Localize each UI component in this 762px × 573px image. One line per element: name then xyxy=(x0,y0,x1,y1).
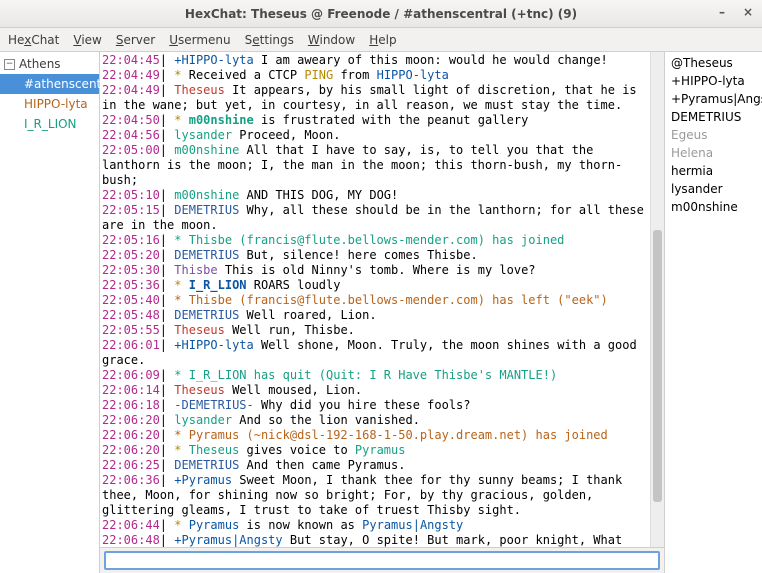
user-list-item[interactable]: DEMETRIUS xyxy=(671,108,756,126)
chat-line: 22:04:50| * m00nshine is frustrated with… xyxy=(102,113,648,128)
chat-line: 22:05:16| * Thisbe (francis@flute.bellow… xyxy=(102,233,648,248)
window-title: HexChat: Theseus @ Freenode / #athenscen… xyxy=(185,7,577,21)
menu-view[interactable]: View xyxy=(73,33,101,47)
user-list-item[interactable]: Egeus xyxy=(671,126,756,144)
chat-line: 22:06:20| lysander And so the lion vanis… xyxy=(102,413,648,428)
menu-bar: HexChat View Server Usermenu Settings Wi… xyxy=(0,28,762,52)
user-list-item[interactable]: Helena xyxy=(671,144,756,162)
menu-server[interactable]: Server xyxy=(116,33,155,47)
chat-line: 22:06:09| * I_R_LION has quit (Quit: I R… xyxy=(102,368,648,383)
user-list-item[interactable]: hermia xyxy=(671,162,756,180)
tree-channel[interactable]: #athenscentral xyxy=(0,74,99,94)
chat-line: 22:04:49| * Received a CTCP PING from HI… xyxy=(102,68,648,83)
chat-line: 22:06:48| +Pyramus|Angsty But stay, O sp… xyxy=(102,533,648,547)
message-input[interactable] xyxy=(104,551,660,570)
tree-collapse-icon[interactable]: − xyxy=(4,59,15,70)
user-list[interactable]: @Theseus+HIPPO-lyta+Pyramus|AngstyDEMETR… xyxy=(664,52,762,573)
menu-settings[interactable]: Settings xyxy=(245,33,294,47)
chat-line: 22:06:01| +HIPPO-lyta Well shone, Moon. … xyxy=(102,338,648,368)
menu-usermenu[interactable]: Usermenu xyxy=(169,33,230,47)
user-list-item[interactable]: lysander xyxy=(671,180,756,198)
chat-scrollbar-thumb[interactable] xyxy=(653,230,662,502)
chat-line: 22:05:30| Thisbe This is old Ninny's tom… xyxy=(102,263,648,278)
channel-tree[interactable]: − Athens #athenscentralHIPPO-lytaI_R_LIO… xyxy=(0,52,100,573)
window-titlebar: HexChat: Theseus @ Freenode / #athenscen… xyxy=(0,0,762,28)
chat-line: 22:05:20| DEMETRIUS But, silence! here c… xyxy=(102,248,648,263)
chat-line: 22:06:36| +Pyramus Sweet Moon, I thank t… xyxy=(102,473,648,518)
chat-line: 22:06:20| * Theseus gives voice to Pyram… xyxy=(102,443,648,458)
window-close-button[interactable]: × xyxy=(740,4,756,20)
menu-hexchat[interactable]: HexChat xyxy=(8,33,59,47)
tree-network[interactable]: − Athens xyxy=(0,54,99,74)
tree-channel[interactable]: HIPPO-lyta xyxy=(0,94,99,114)
chat-line: 22:05:36| * I_R_LION ROARS loudly xyxy=(102,278,648,293)
window-minimize-button[interactable]: – xyxy=(714,4,730,20)
user-list-item[interactable]: @Theseus xyxy=(671,54,756,72)
chat-line: 22:05:55| Theseus Well run, Thisbe. xyxy=(102,323,648,338)
user-list-item[interactable]: +Pyramus|Angsty xyxy=(671,90,756,108)
menu-help[interactable]: Help xyxy=(369,33,396,47)
chat-line: 22:06:44| * Pyramus is now known as Pyra… xyxy=(102,518,648,533)
chat-line: 22:06:25| DEMETRIUS And then came Pyramu… xyxy=(102,458,648,473)
chat-line: 22:04:45| +HIPPO-lyta I am aweary of thi… xyxy=(102,53,648,68)
chat-line: 22:05:48| DEMETRIUS Well roared, Lion. xyxy=(102,308,648,323)
user-list-item[interactable]: m00nshine xyxy=(671,198,756,216)
chat-line: 22:04:56| lysander Proceed, Moon. xyxy=(102,128,648,143)
menu-window[interactable]: Window xyxy=(308,33,355,47)
tree-channel[interactable]: I_R_LION xyxy=(0,114,99,134)
chat-line: 22:05:10| m00nshine AND THIS DOG, MY DOG… xyxy=(102,188,648,203)
user-list-item[interactable]: +HIPPO-lyta xyxy=(671,72,756,90)
chat-log: 22:04:45| +HIPPO-lyta I am aweary of thi… xyxy=(100,52,650,547)
chat-line: 22:06:20| * Pyramus (~nick@dsl-192-168-1… xyxy=(102,428,648,443)
chat-scrollbar[interactable] xyxy=(650,52,664,547)
chat-line: 22:05:00| m00nshine All that I have to s… xyxy=(102,143,648,188)
chat-line: 22:04:49| Theseus It appears, by his sma… xyxy=(102,83,648,113)
chat-line: 22:05:40| * Thisbe (francis@flute.bellow… xyxy=(102,293,648,308)
tree-network-label: Athens xyxy=(19,57,61,71)
chat-line: 22:06:18| -DEMETRIUS- Why did you hire t… xyxy=(102,398,648,413)
chat-line: 22:06:14| Theseus Well moused, Lion. xyxy=(102,383,648,398)
chat-line: 22:05:15| DEMETRIUS Why, all these shoul… xyxy=(102,203,648,233)
